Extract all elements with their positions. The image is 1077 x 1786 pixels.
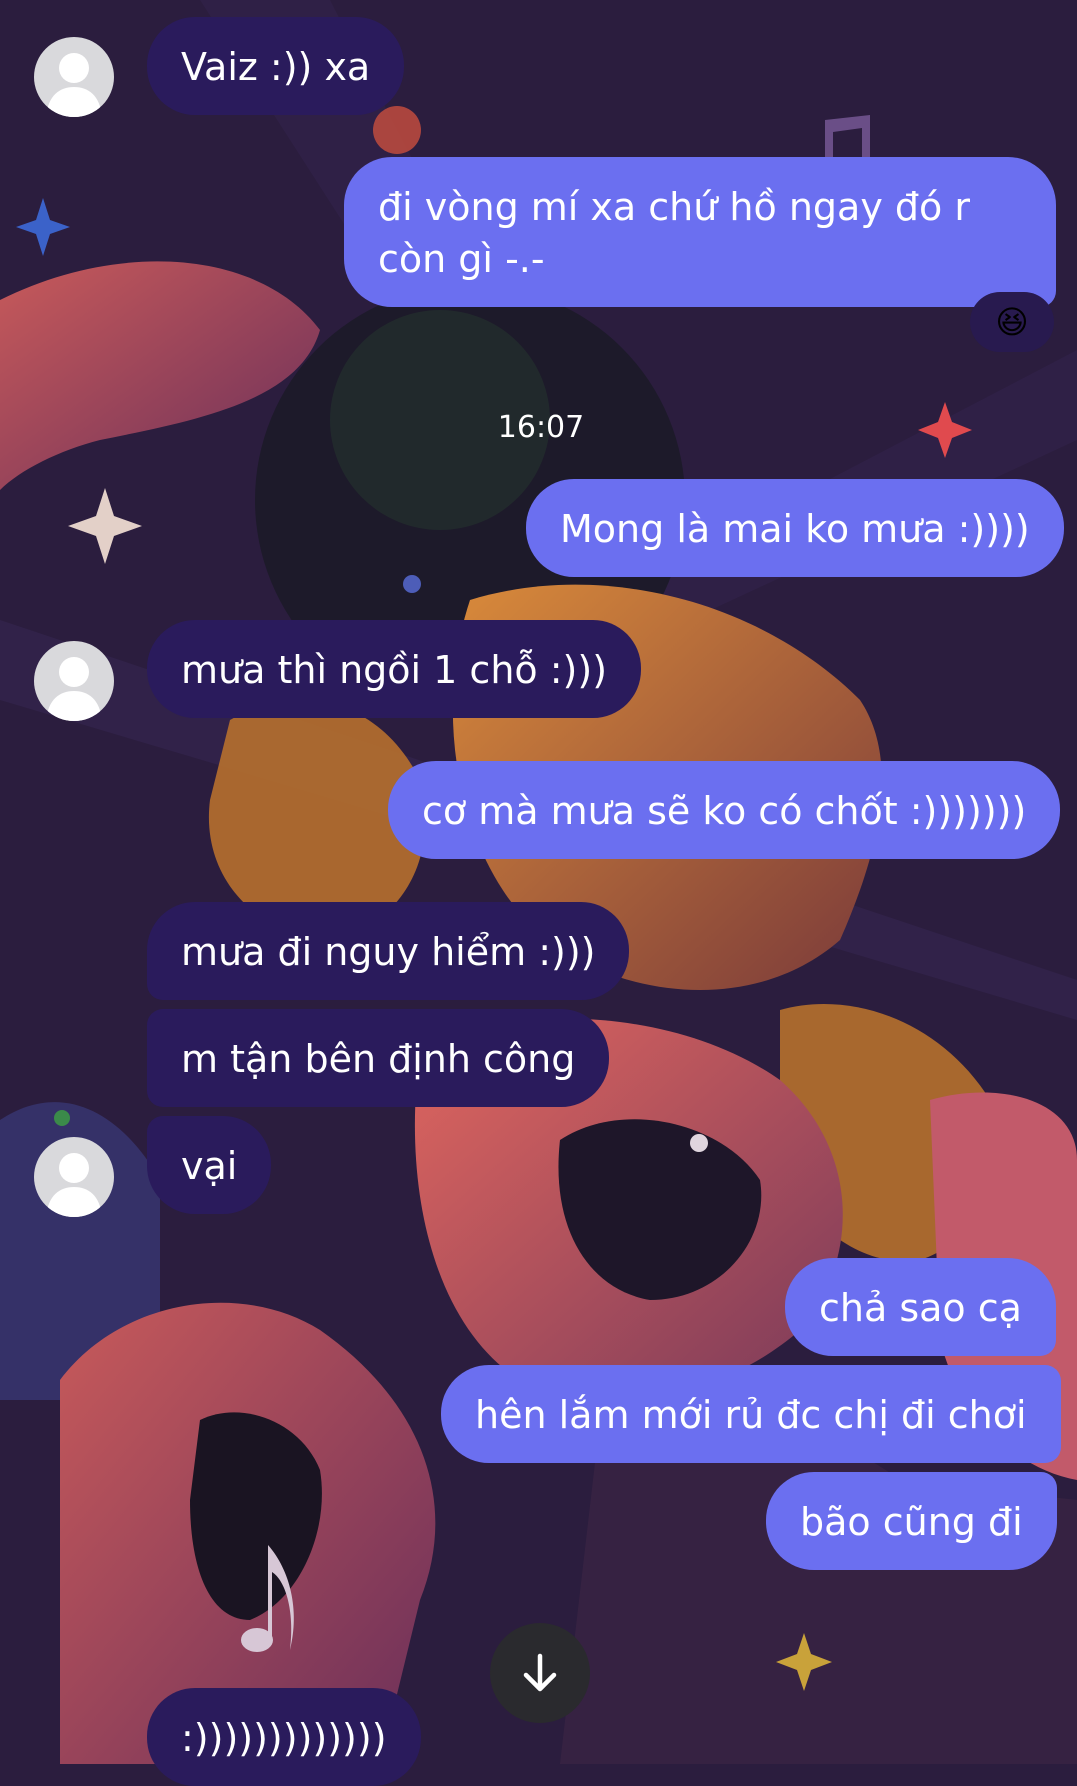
contact-avatar[interactable] (34, 641, 114, 721)
outgoing-message[interactable]: hên lắm mới rủ đc chị đi chơi (441, 1365, 1061, 1463)
incoming-message[interactable]: mưa thì ngồi 1 chỗ :))) (147, 620, 642, 718)
outgoing-message[interactable]: Mong là mai ko mưa :)))) (526, 479, 1064, 577)
incoming-message[interactable]: :))))))))))))) (147, 1688, 421, 1786)
incoming-message[interactable]: m tận bên định công (147, 1009, 610, 1107)
incoming-message[interactable]: vại (147, 1116, 272, 1214)
scroll-to-bottom-button[interactable] (490, 1623, 590, 1723)
timestamp: 16:07 (497, 410, 585, 445)
contact-avatar[interactable] (34, 1137, 114, 1217)
user-silhouette-icon (46, 1153, 102, 1217)
message-reaction[interactable]: 😆 (970, 292, 1054, 352)
outgoing-message[interactable]: bão cũng đi (766, 1472, 1057, 1570)
arrow-down-icon (523, 1653, 557, 1692)
outgoing-message[interactable]: đi vòng mí xa chứ hồ ngay đó r còn gì -.… (344, 157, 1056, 307)
contact-avatar[interactable] (34, 37, 114, 117)
incoming-message[interactable]: mưa đi nguy hiểm :))) (147, 902, 630, 1000)
grinning-squinting-face-icon: 😆 (995, 303, 1029, 341)
incoming-message[interactable]: Vaiz :)) xa (147, 17, 405, 115)
outgoing-message[interactable]: cơ mà mưa sẽ ko có chốt :))))))) (388, 761, 1061, 859)
outgoing-message[interactable]: chả sao cạ (785, 1258, 1056, 1356)
user-silhouette-icon (46, 53, 102, 117)
user-silhouette-icon (46, 657, 102, 721)
